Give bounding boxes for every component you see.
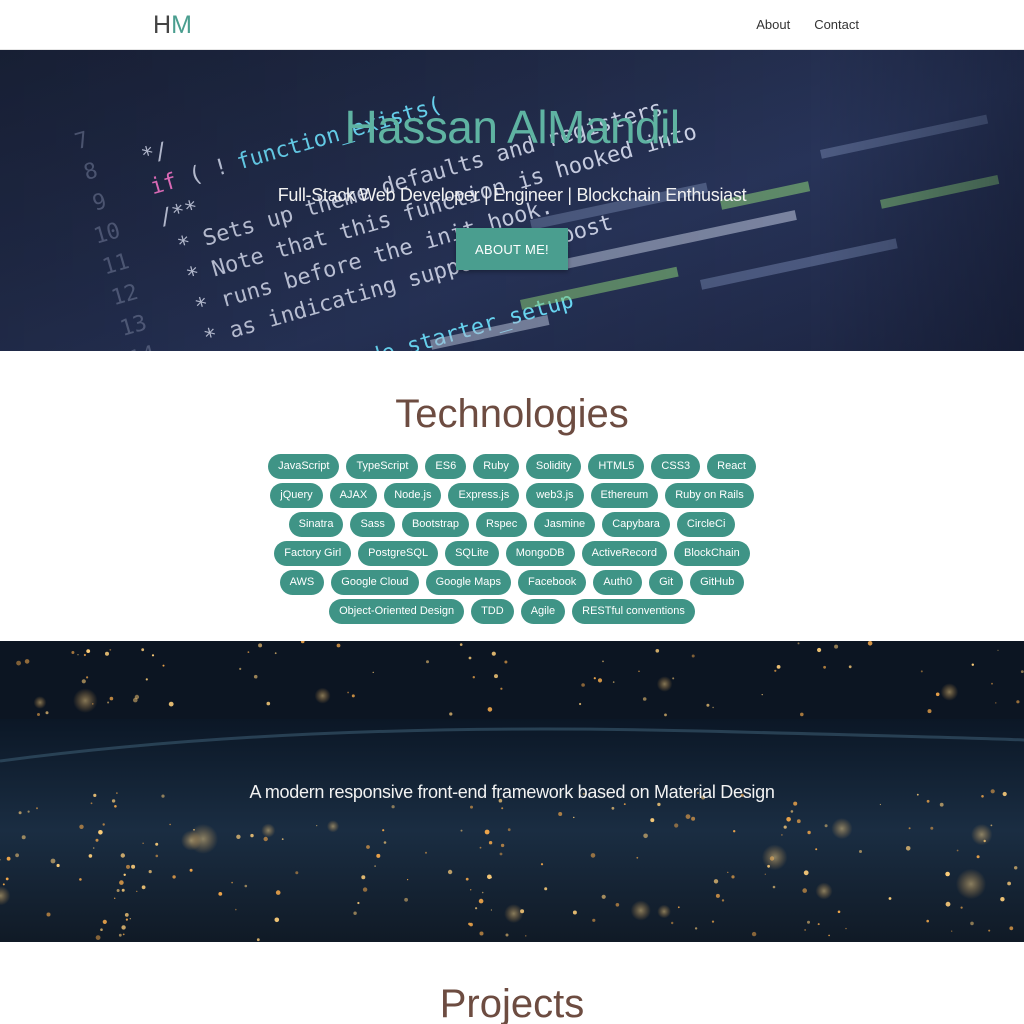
- technology-chip: jQuery: [270, 483, 323, 508]
- technology-chip: Ethereum: [590, 483, 659, 508]
- technology-row: Sinatra Sass Bootstrap Rspec Jasmine Capybara…: [0, 512, 1024, 537]
- technology-row: jQuery AJAX Node.js Express.js web3.js Ethere…: [0, 483, 1024, 508]
- technology-chip: TDD: [471, 599, 514, 624]
- technology-chip: Google Maps: [425, 570, 511, 595]
- site-logo[interactable]: HM: [153, 11, 192, 39]
- technology-chip: Bootstrap: [401, 512, 470, 537]
- projects-heading: Projects: [439, 982, 585, 1024]
- technology-chip: SQLite: [445, 541, 499, 566]
- technology-chip: Ruby on Rails: [665, 483, 754, 508]
- technology-chip: GitHub: [690, 570, 745, 595]
- technology-chip: Google Cloud: [331, 570, 419, 595]
- technology-chip: Jasmine: [534, 512, 596, 537]
- nav-link-about[interactable]: About: [756, 17, 790, 32]
- parallax-section: A modern responsive front-end framework …: [0, 641, 1024, 942]
- navbar: HM About Contact: [0, 0, 1024, 50]
- technology-chip: AJAX: [329, 483, 378, 508]
- technology-chip: Ruby: [473, 454, 519, 479]
- technology-chip: JavaScript: [268, 454, 340, 479]
- logo-letter-m: M: [171, 11, 192, 39]
- hero-subtitle: Full-Stack Web Developer | Engineer | Bl…: [277, 185, 747, 205]
- technology-chip: BlockChain: [674, 541, 750, 566]
- technology-chip: Express.js: [448, 483, 520, 508]
- technology-chip: MongoDB: [505, 541, 575, 566]
- logo-letter-h: H: [153, 11, 172, 39]
- technology-chip: React: [707, 454, 756, 479]
- technology-chip: Node.js: [384, 483, 442, 508]
- technology-chip: HTML5: [588, 454, 645, 479]
- technology-chip: PostgreSQL: [358, 541, 439, 566]
- technology-chip: RESTful conventions: [572, 599, 695, 624]
- technology-chip: Git: [649, 570, 684, 595]
- technology-chip: Factory Girl: [274, 541, 352, 566]
- technology-row: Object-Oriented Design TDD Agile RESTful co…: [0, 599, 1024, 624]
- technology-chip: TypeScript: [346, 454, 419, 479]
- hero-section: 7 8 9 10 11 12 13 14 15 16 */ if ( ! fun…: [0, 50, 1024, 351]
- technology-chip: CircleCi: [676, 512, 736, 537]
- technology-chip: Sinatra: [288, 512, 344, 537]
- technology-chip: Rspec: [476, 512, 528, 537]
- technology-chip: AWS: [279, 570, 325, 595]
- technology-chip: CSS3: [651, 454, 701, 479]
- technology-chip: Capybara: [602, 512, 670, 537]
- technology-chip: Facebook: [518, 570, 587, 595]
- technology-chip: web3.js: [526, 483, 584, 508]
- technology-row: Factory Girl PostgreSQL SQLite MongoDB Activ…: [0, 541, 1024, 566]
- technology-row: JavaScript TypeScript ES6 Ruby Solidity HTML5…: [0, 454, 1024, 479]
- hero-title: Hassan AlMandil: [344, 101, 680, 153]
- technologies-chip-list: JavaScript TypeScript ES6 Ruby Solidity HTML5…: [0, 454, 1024, 628]
- parallax-caption: A modern responsive front-end framework …: [249, 782, 775, 802]
- about-me-button[interactable]: ABOUT ME!: [456, 228, 568, 270]
- technologies-heading: Technologies: [395, 392, 629, 436]
- technology-chip: Agile: [520, 599, 566, 624]
- technology-chip: ActiveRecord: [581, 541, 668, 566]
- nav-link-contact[interactable]: Contact: [814, 17, 859, 32]
- technology-chip: Auth0: [593, 570, 643, 595]
- nav-links: About Contact: [756, 17, 859, 32]
- technology-chip: Solidity: [525, 454, 582, 479]
- technology-row: AWS Google Cloud Google Maps Facebook Auth0 G…: [0, 570, 1024, 595]
- technology-chip: Object-Oriented Design: [329, 599, 465, 624]
- technology-chip: Sass: [350, 512, 395, 537]
- technology-chip: ES6: [425, 454, 467, 479]
